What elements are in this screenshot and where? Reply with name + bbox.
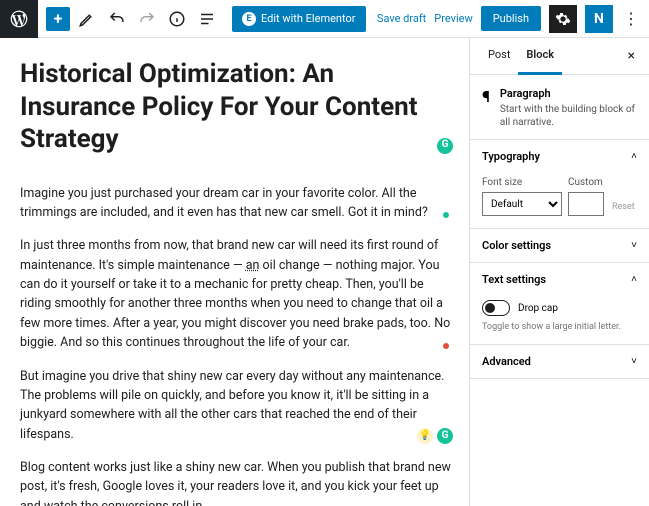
outline-icon[interactable]	[194, 6, 220, 32]
top-toolbar: + E Edit with Elementor Save draft Previ…	[0, 0, 649, 38]
panel-color: Color settings ˅	[470, 229, 649, 263]
panel-text-settings: Text settings ˄ Drop cap Toggle to show …	[470, 263, 649, 345]
chevron-down-icon: ˅	[631, 240, 637, 251]
post-title[interactable]: Historical Optimization: An Insurance Po…	[20, 58, 451, 156]
wordpress-logo[interactable]	[0, 0, 38, 38]
lightbulb-icon[interactable]: 💡	[417, 428, 433, 444]
panel-head-text[interactable]: Text settings ˄	[470, 263, 649, 296]
editor-canvas[interactable]: Historical Optimization: An Insurance Po…	[0, 38, 469, 506]
grammarly-dot-icon	[443, 212, 449, 218]
chevron-down-icon: ˅	[631, 356, 637, 367]
more-options-icon[interactable]: ⋮	[621, 5, 641, 33]
tab-block[interactable]: Block	[518, 38, 562, 75]
sidebar-tabs: Post Block ×	[470, 38, 649, 75]
drop-cap-label: Drop cap	[518, 303, 558, 314]
edit-with-elementor-button[interactable]: E Edit with Elementor	[232, 6, 366, 32]
panel-title: Typography	[482, 150, 540, 163]
grammarly-icon[interactable]: G	[437, 138, 453, 154]
info-icon[interactable]	[164, 6, 190, 32]
drop-cap-help: Toggle to show a large initial letter.	[482, 322, 637, 332]
panel-head-typography[interactable]: Typography ˄	[470, 140, 649, 173]
add-block-button[interactable]: +	[46, 7, 70, 31]
paragraph-block[interactable]: Blog content works just like a shiny new…	[20, 458, 451, 506]
block-type-header: ¶ Paragraph Start with the building bloc…	[470, 75, 649, 140]
suggestion-icons: 💡 G	[417, 428, 453, 444]
edit-icon[interactable]	[74, 6, 100, 32]
toolbar-left: + E Edit with Elementor	[38, 6, 366, 32]
redo-icon[interactable]	[134, 6, 160, 32]
paragraph-block[interactable]: In just three months from now, that bran…	[20, 236, 451, 352]
main-area: Historical Optimization: An Insurance Po…	[0, 38, 649, 506]
paragraph-icon: ¶	[482, 87, 490, 129]
custom-label: Custom	[568, 177, 604, 188]
paragraph-block[interactable]: Imagine you just purchased your dream ca…	[20, 184, 451, 223]
post-title-text: Historical Optimization: An Insurance Po…	[20, 59, 418, 154]
chevron-up-icon: ˄	[631, 151, 637, 162]
paragraph-text: But imagine you drive that shiny new car…	[20, 369, 444, 442]
underlined-word: an	[246, 258, 260, 273]
panel-advanced: Advanced ˅	[470, 345, 649, 379]
panel-title: Advanced	[482, 355, 531, 368]
grammarly-icon[interactable]: G	[437, 428, 453, 444]
elementor-icon: E	[242, 12, 256, 26]
paragraph-block[interactable]: But imagine you drive that shiny new car…	[20, 367, 451, 445]
toolbar-right: Save draft Preview Publish N ⋮	[377, 5, 641, 33]
settings-button[interactable]	[549, 5, 577, 33]
panel-title: Text settings	[482, 273, 546, 286]
custom-font-input[interactable]	[568, 192, 604, 216]
panel-head-color[interactable]: Color settings ˅	[470, 229, 649, 262]
plugin-n-button[interactable]: N	[585, 5, 613, 33]
close-sidebar-icon[interactable]: ×	[624, 38, 639, 74]
block-type-name: Paragraph	[500, 87, 637, 100]
grammarly-dot-icon	[443, 343, 449, 349]
settings-sidebar: Post Block × ¶ Paragraph Start with the …	[469, 38, 649, 506]
drop-cap-toggle[interactable]	[482, 300, 510, 316]
elementor-label: Edit with Elementor	[261, 12, 356, 25]
font-size-label: Font size	[482, 177, 562, 188]
block-type-desc: Start with the building block of all nar…	[500, 103, 637, 129]
paragraph-text: Imagine you just purchased your dream ca…	[20, 186, 428, 220]
panel-title: Color settings	[482, 239, 551, 252]
undo-icon[interactable]	[104, 6, 130, 32]
reset-button[interactable]: Reset	[610, 198, 637, 216]
panel-head-advanced[interactable]: Advanced ˅	[470, 345, 649, 378]
tab-post[interactable]: Post	[480, 38, 518, 74]
publish-button[interactable]: Publish	[481, 6, 541, 31]
paragraph-text: Blog content works just like a shiny new…	[20, 460, 451, 506]
save-draft-button[interactable]: Save draft	[377, 12, 426, 25]
preview-button[interactable]: Preview	[434, 12, 472, 25]
font-size-select[interactable]: Default	[482, 192, 562, 216]
chevron-up-icon: ˄	[631, 274, 637, 285]
panel-typography: Typography ˄ Font size Default Custom	[470, 140, 649, 229]
